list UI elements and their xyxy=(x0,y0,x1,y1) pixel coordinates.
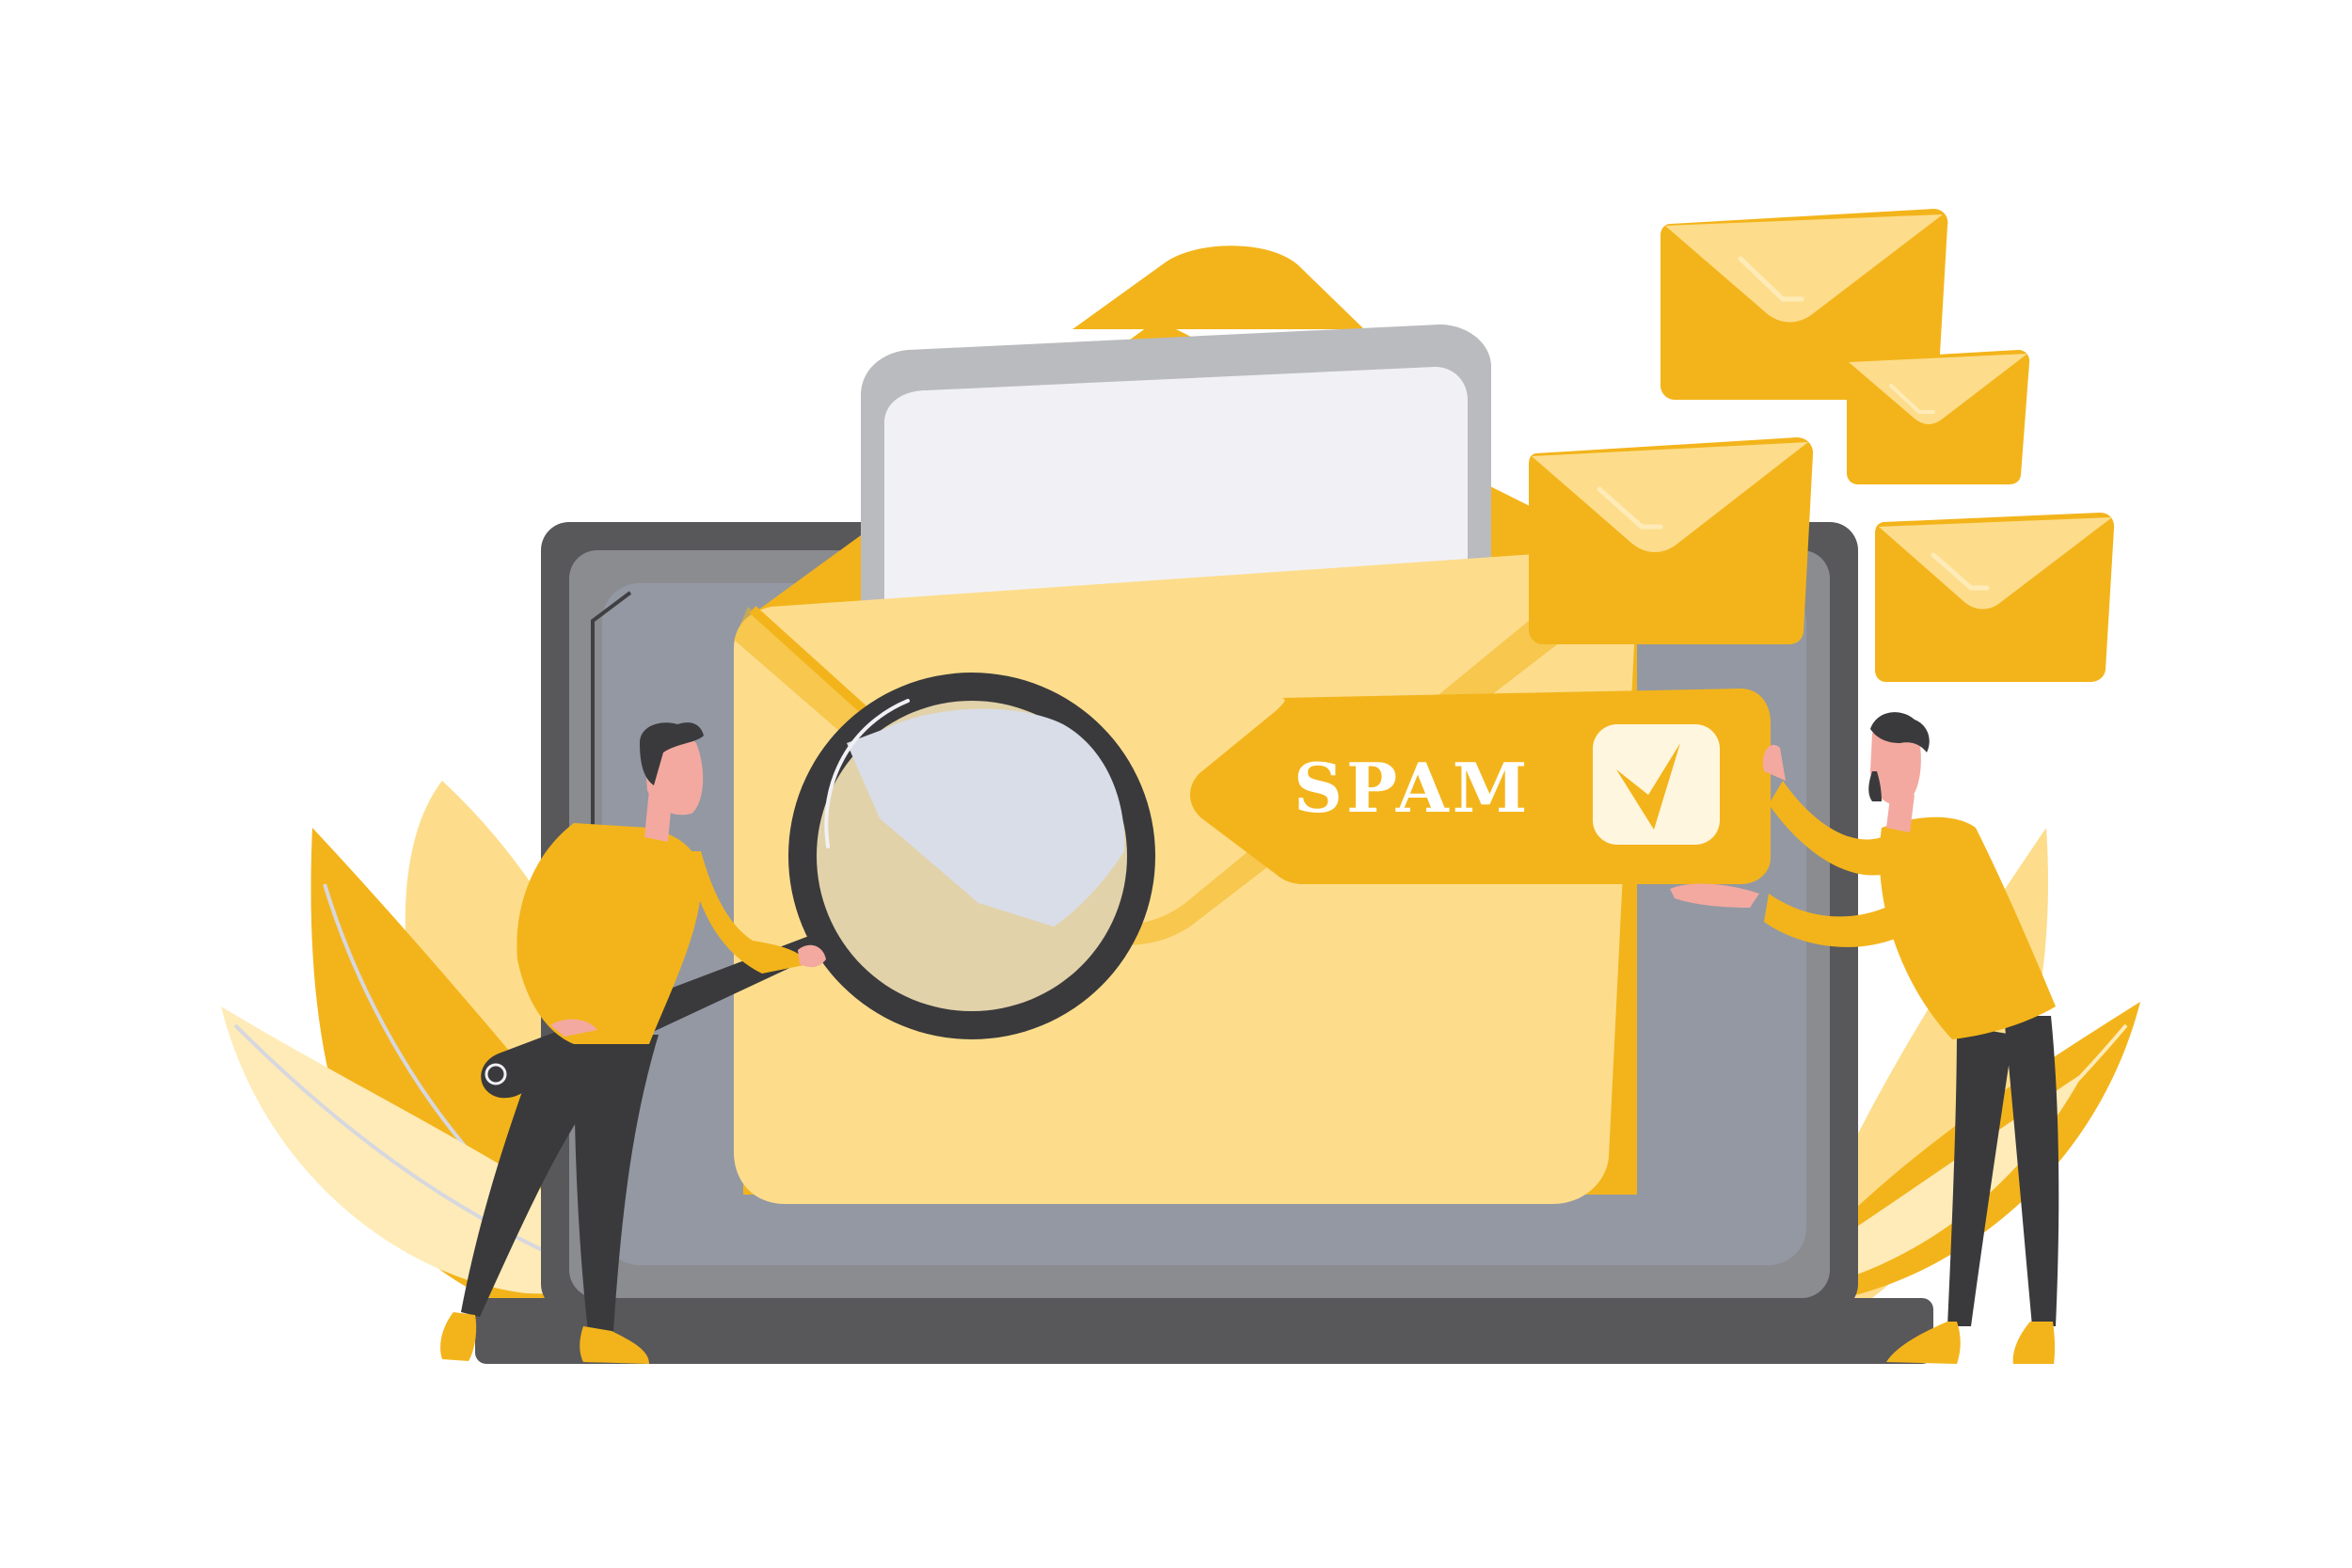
envelope-icon xyxy=(1529,437,1814,644)
spam-illustration: SPAM xyxy=(221,209,2140,1364)
envelope-back-flap xyxy=(1073,245,1364,329)
envelope-icon xyxy=(1847,350,2030,484)
person-left-shoe xyxy=(440,1312,477,1361)
person-right-shoe xyxy=(2012,1322,2056,1364)
laptop-base xyxy=(475,1298,1933,1364)
spam-label: SPAM xyxy=(1294,748,1531,828)
envelope-icon xyxy=(1875,513,2115,682)
checkbox-checked-icon[interactable] xyxy=(1593,724,1720,845)
spam-tag[interactable]: SPAM xyxy=(1190,689,1771,884)
